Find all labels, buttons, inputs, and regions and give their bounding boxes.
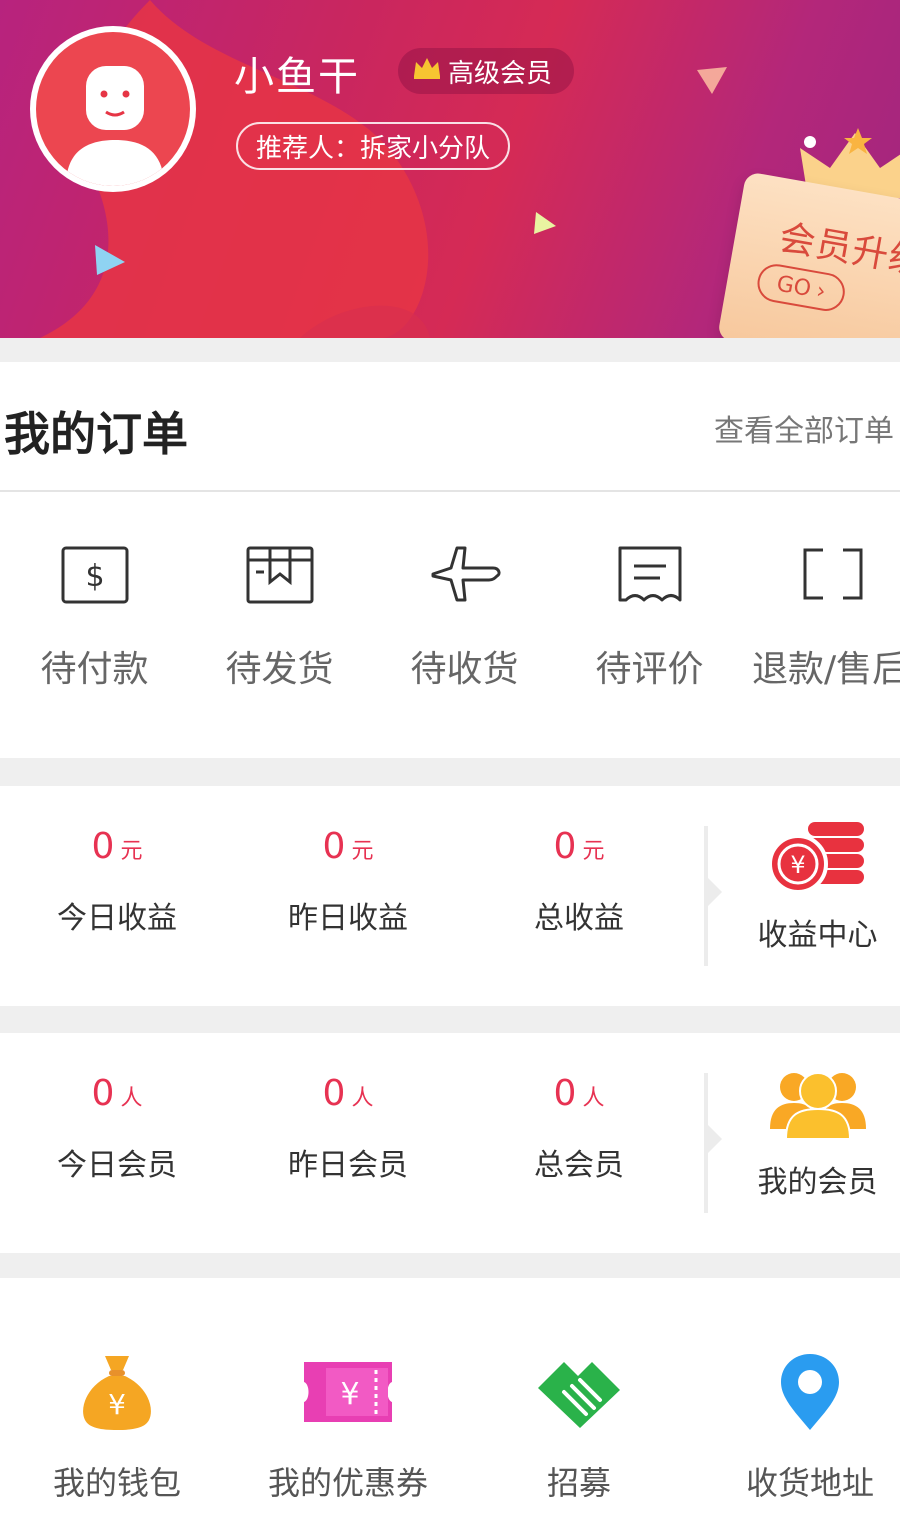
tool-label: 我的钱包 <box>52 1464 181 1502</box>
order-status-pending-receipt[interactable]: 待收货 <box>372 542 557 692</box>
members-today[interactable]: 0人 今日会员 <box>2 1073 232 1184</box>
members-value: 0 <box>553 1073 577 1114</box>
members-value: 0 <box>322 1073 346 1114</box>
tool-label: 收货地址 <box>745 1464 874 1502</box>
order-status-pending-review[interactable]: 待评价 <box>557 542 742 692</box>
earnings-label: 昨日收益 <box>288 901 408 936</box>
coins-stack-icon: ¥ <box>767 822 864 894</box>
view-all-orders-link[interactable]: 查看全部订单 <box>714 406 894 450</box>
user-face-icon <box>66 66 164 186</box>
money-bag-icon: ¥ <box>83 1356 151 1430</box>
receipt-icon <box>618 546 681 602</box>
nickname: 小鱼干 <box>234 54 360 100</box>
tool-my-wallet[interactable]: ¥ 我的钱包 <box>2 1352 232 1504</box>
svg-text:¥: ¥ <box>108 1388 126 1421</box>
members-yesterday[interactable]: 0人 昨日会员 <box>233 1073 463 1184</box>
members-unit: 人 <box>120 1086 143 1111</box>
svg-text:¥: ¥ <box>790 851 805 879</box>
location-pin-icon <box>781 1354 839 1430</box>
divider-arrow <box>708 878 722 906</box>
my-members-label: 我的会员 <box>757 1165 878 1200</box>
earnings-unit: 元 <box>120 839 143 864</box>
handshake-icon <box>538 1362 620 1428</box>
upgrade-go-label: GO <box>774 270 813 302</box>
order-status-refund-aftersale[interactable]: 退款/售后 <box>742 542 900 692</box>
tool-shipping-address[interactable]: 收货地址 <box>695 1352 900 1504</box>
earnings-value: 0 <box>322 826 346 867</box>
chevron-right-icon: › <box>814 278 828 305</box>
order-status-label: 待付款 <box>40 649 149 690</box>
referrer-tag: 推荐人：拆家小分队 <box>236 122 511 170</box>
divider-arrow <box>708 1125 722 1153</box>
members-unit: 人 <box>351 1086 374 1111</box>
members-value: 0 <box>91 1073 115 1114</box>
earnings-unit: 元 <box>582 839 605 864</box>
coupon-icon: ¥ <box>304 1362 392 1422</box>
avatar-image <box>36 32 190 186</box>
earnings-center-label: 收益中心 <box>757 918 878 953</box>
order-status-pending-shipment[interactable]: 待发货 <box>187 542 372 692</box>
orders-title: 我的订单 <box>4 407 188 461</box>
members-label: 今日会员 <box>57 1148 177 1183</box>
tools-card: ¥ 我的钱包 ¥ 我的优惠券 招募 收货地址 <box>0 1278 900 1513</box>
tool-label: 招募 <box>546 1464 611 1502</box>
members-label: 昨日会员 <box>288 1148 408 1183</box>
tool-my-coupons[interactable]: ¥ 我的优惠券 <box>233 1352 463 1504</box>
box-icon <box>246 546 313 604</box>
members-label: 总会员 <box>534 1148 624 1183</box>
earnings-value: 0 <box>553 826 577 867</box>
profile-header: 小鱼干 高级会员 推荐人：拆家小分队 会员升级 GO › <box>0 0 900 338</box>
my-orders-card: 我的订单 查看全部订单 $ 待付款 待发货 待收货 待评价 退款/售后 <box>0 362 900 758</box>
my-members-button[interactable]: 我的会员 <box>735 1063 900 1201</box>
order-status-label: 待评价 <box>595 649 704 690</box>
avatar[interactable] <box>30 26 196 192</box>
members-card: 0人 今日会员 0人 昨日会员 0人 总会员 我的会员 <box>0 1033 900 1253</box>
earnings-card: 0元 今日收益 0元 昨日收益 0元 总收益 ¥ 收益中心 <box>0 786 900 1006</box>
members-unit: 人 <box>582 1086 605 1111</box>
member-level-badge: 高级会员 <box>398 48 575 94</box>
order-status-label: 退款/售后 <box>752 649 900 690</box>
earnings-unit: 元 <box>351 839 374 864</box>
member-level-label: 高级会员 <box>448 58 553 89</box>
member-upgrade-card[interactable]: 会员升级 GO › <box>716 171 900 338</box>
earnings-today[interactable]: 0元 今日收益 <box>2 826 232 937</box>
order-status-pending-payment[interactable]: $ 待付款 <box>2 542 187 692</box>
earnings-yesterday[interactable]: 0元 昨日收益 <box>233 826 463 937</box>
earnings-center-button[interactable]: ¥ 收益中心 <box>735 816 900 954</box>
earnings-label: 今日收益 <box>57 901 177 936</box>
earnings-total[interactable]: 0元 总收益 <box>464 826 694 937</box>
tool-recruit[interactable]: 招募 <box>464 1352 694 1504</box>
earnings-value: 0 <box>91 826 115 867</box>
svg-text:$: $ <box>85 559 104 594</box>
earnings-label: 总收益 <box>534 901 624 936</box>
order-status-label: 待收货 <box>410 649 519 690</box>
tool-label: 我的优惠券 <box>267 1464 428 1502</box>
crown-icon <box>412 56 442 87</box>
airplane-icon <box>431 546 501 602</box>
dollar-card-icon: $ <box>61 546 128 604</box>
orders-header: 我的订单 查看全部订单 <box>0 362 900 492</box>
svg-text:¥: ¥ <box>340 1377 359 1412</box>
order-status-label: 待发货 <box>225 649 334 690</box>
bracket-frame-icon <box>803 548 863 600</box>
users-group-icon <box>769 1072 866 1140</box>
members-total[interactable]: 0人 总会员 <box>464 1073 694 1184</box>
